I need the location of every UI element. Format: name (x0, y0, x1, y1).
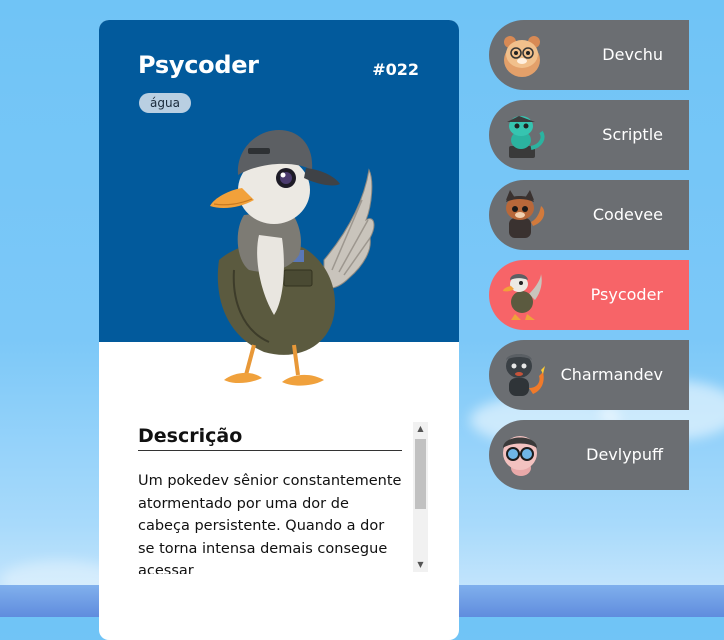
charmandev-avatar-icon (506, 354, 545, 396)
codevee-avatar-icon (506, 190, 545, 238)
pokedev-detail-card: Psycoder #022 água Descrição Um pokedev … (99, 20, 459, 640)
devlypuff-avatar-icon (503, 436, 537, 476)
list-item-charmandev[interactable]: Charmandev (489, 340, 689, 410)
list-item-label: Scriptle (602, 125, 663, 144)
scriptle-avatar-icon (507, 116, 545, 158)
description-scrollbar[interactable]: ▲ ▼ (413, 422, 428, 572)
description-title: Descrição (138, 425, 402, 451)
devchu-avatar-icon (504, 36, 540, 77)
pokedev-name: Psycoder (138, 51, 259, 79)
pokedev-number: #022 (372, 60, 419, 79)
list-item-scriptle[interactable]: Scriptle (489, 100, 689, 170)
type-badge: água (139, 93, 191, 113)
list-item-psycoder[interactable]: Psycoder (489, 260, 689, 330)
list-item-devchu[interactable]: Devchu (489, 20, 689, 90)
list-item-label: Codevee (592, 205, 663, 224)
scroll-thumb[interactable] (415, 439, 426, 509)
description-text: Um pokedev sênior constantemente atormen… (138, 473, 402, 574)
list-item-label: Psycoder (590, 285, 663, 304)
psycoder-avatar-icon (503, 274, 542, 320)
list-item-devlypuff[interactable]: Devlypuff (489, 420, 689, 490)
list-item-label: Charmandev (560, 365, 663, 384)
list-item-label: Devchu (602, 45, 663, 64)
scroll-down-arrow-icon[interactable]: ▼ (413, 558, 428, 572)
list-item-label: Devlypuff (586, 445, 663, 464)
duck-character-image (210, 130, 375, 386)
list-item-codevee[interactable]: Codevee (489, 180, 689, 250)
scroll-up-arrow-icon[interactable]: ▲ (413, 422, 428, 436)
